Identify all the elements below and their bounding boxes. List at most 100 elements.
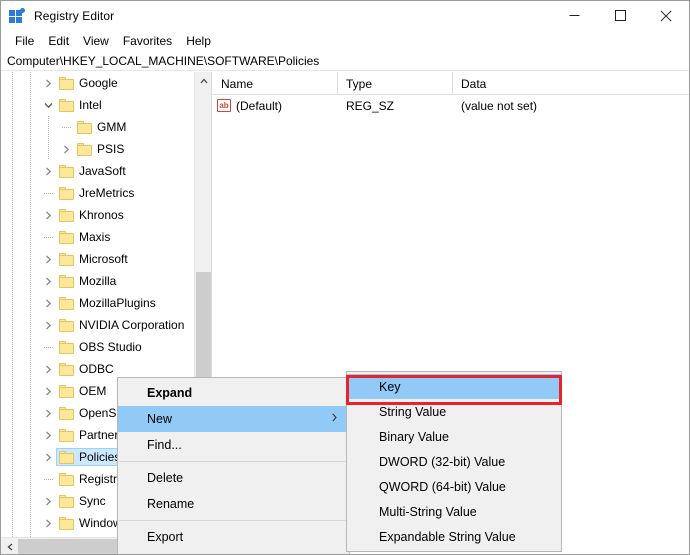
- tree-item-maxis[interactable]: Maxis: [1, 226, 194, 248]
- address-bar[interactable]: Computer\HKEY_LOCAL_MACHINE\SOFTWARE\Pol…: [1, 51, 689, 71]
- chevron-right-icon[interactable]: [40, 380, 56, 402]
- tree-item-content[interactable]: JavaSoft: [56, 162, 131, 180]
- submenu-item-binary-value[interactable]: Binary Value: [347, 424, 561, 449]
- table-row[interactable]: ab (Default) REG_SZ (value not set): [213, 95, 689, 116]
- tree-item-content[interactable]: Partner: [56, 426, 123, 444]
- tree-guide-line: [48, 138, 49, 160]
- submenu-item-multi-string-value[interactable]: Multi-String Value: [347, 499, 561, 524]
- tree-guide-line: [30, 270, 31, 292]
- tree-guide-line: [30, 490, 31, 512]
- context-menu-item-rename[interactable]: Rename: [118, 491, 349, 517]
- tree-guide-line: [12, 468, 13, 490]
- tree-item-content[interactable]: Khronos: [56, 206, 129, 224]
- maximize-button[interactable]: [597, 1, 643, 30]
- tree-item-content[interactable]: MozillaPlugins: [56, 294, 161, 312]
- submenu-item-string-value[interactable]: String Value: [347, 399, 561, 424]
- tree-item-nvidia-corporation[interactable]: NVIDIA Corporation: [1, 314, 194, 336]
- column-header-type[interactable]: Type: [338, 72, 453, 95]
- chevron-right-icon[interactable]: [40, 424, 56, 446]
- chevron-right-icon[interactable]: [40, 446, 56, 468]
- context-menu-item-export[interactable]: Export: [118, 524, 349, 550]
- tree-item-obs-studio[interactable]: OBS Studio: [1, 336, 194, 358]
- submenu-item-qword-64-bit-value[interactable]: QWORD (64-bit) Value: [347, 474, 561, 499]
- column-header-data[interactable]: Data: [453, 72, 689, 95]
- menu-edit[interactable]: Edit: [41, 32, 76, 50]
- context-menu-item-label: Export: [147, 530, 184, 544]
- chevron-down-icon[interactable]: [40, 94, 56, 116]
- tree-item-google[interactable]: Google: [1, 72, 194, 94]
- folder-icon: [59, 406, 74, 420]
- chevron-right-icon[interactable]: [40, 512, 56, 534]
- chevron-right-icon[interactable]: [40, 204, 56, 226]
- folder-icon: [59, 428, 74, 442]
- scroll-left-arrow-icon[interactable]: [1, 538, 18, 554]
- context-menu-item-permissions[interactable]: Permissions...: [118, 550, 349, 554]
- tree-item-gmm[interactable]: GMM: [1, 116, 194, 138]
- tree-item-content[interactable]: Mozilla: [56, 272, 121, 290]
- tree-guide-line: [30, 116, 31, 138]
- scroll-up-arrow-icon[interactable]: [195, 72, 211, 89]
- folder-icon: [59, 186, 74, 200]
- tree-item-mozilla[interactable]: Mozilla: [1, 270, 194, 292]
- tree-item-label: PSIS: [97, 142, 125, 156]
- tree-item-jremetrics[interactable]: JreMetrics: [1, 182, 194, 204]
- chevron-right-icon[interactable]: [40, 160, 56, 182]
- chevron-right-icon[interactable]: [40, 402, 56, 424]
- tree-item-content[interactable]: OEM: [56, 382, 111, 400]
- tree-item-content[interactable]: Google: [56, 74, 123, 92]
- tree-vertical-scroll-thumb[interactable]: [196, 272, 211, 377]
- tree-item-content[interactable]: GMM: [74, 118, 131, 136]
- tree-item-content[interactable]: OBS Studio: [56, 338, 147, 356]
- tree-item-mozillaplugins[interactable]: MozillaPlugins: [1, 292, 194, 314]
- submenu-item-expandable-string-value[interactable]: Expandable String Value: [347, 524, 561, 549]
- folder-icon: [59, 274, 74, 288]
- context-menu-item-new[interactable]: New: [118, 406, 349, 432]
- chevron-right-icon[interactable]: [58, 138, 74, 160]
- chevron-right-icon[interactable]: [40, 72, 56, 94]
- tree-item-content[interactable]: NVIDIA Corporation: [56, 316, 189, 334]
- folder-icon: [59, 450, 74, 464]
- folder-icon: [59, 494, 74, 508]
- menu-file[interactable]: File: [8, 32, 41, 50]
- context-menu-item-delete[interactable]: Delete: [118, 465, 349, 491]
- submenu-item-key[interactable]: Key: [347, 374, 561, 399]
- tree-item-microsoft[interactable]: Microsoft: [1, 248, 194, 270]
- menu-help[interactable]: Help: [179, 32, 218, 50]
- tree-item-content[interactable]: Maxis: [56, 228, 115, 246]
- tree-leaf-connector-icon: [40, 336, 56, 358]
- tree-item-content[interactable]: JreMetrics: [56, 184, 139, 202]
- minimize-button[interactable]: [551, 1, 597, 30]
- folder-icon: [59, 362, 74, 376]
- tree-item-content[interactable]: ODBC: [56, 360, 119, 378]
- chevron-right-icon[interactable]: [40, 292, 56, 314]
- chevron-right-icon[interactable]: [40, 248, 56, 270]
- chevron-right-icon[interactable]: [40, 490, 56, 512]
- folder-icon: [59, 230, 74, 244]
- menu-view[interactable]: View: [76, 32, 116, 50]
- folder-icon: [77, 142, 92, 156]
- tree-item-intel[interactable]: Intel: [1, 94, 194, 116]
- tree-item-khronos[interactable]: Khronos: [1, 204, 194, 226]
- submenu-item-dword-32-bit-value[interactable]: DWORD (32-bit) Value: [347, 449, 561, 474]
- tree-guide-line: [30, 226, 31, 248]
- context-menu-item-expand[interactable]: Expand: [118, 380, 349, 406]
- close-button[interactable]: [643, 1, 689, 30]
- chevron-right-icon[interactable]: [40, 358, 56, 380]
- tree-item-content[interactable]: Intel: [56, 96, 107, 114]
- tree-item-content[interactable]: Policies: [56, 448, 126, 466]
- tree-item-psis[interactable]: PSIS: [1, 138, 194, 160]
- chevron-right-icon[interactable]: [40, 314, 56, 336]
- registry-path: Computer\HKEY_LOCAL_MACHINE\SOFTWARE\Pol…: [7, 53, 320, 68]
- tree-guide-line: [12, 402, 13, 424]
- tree-leaf-connector-icon: [40, 226, 56, 248]
- chevron-right-icon[interactable]: [40, 270, 56, 292]
- tree-item-content[interactable]: PSIS: [74, 140, 129, 158]
- new-submenu: Key String Value Binary Value DWORD (32-bit…: [346, 371, 562, 552]
- context-menu-item-label: New: [147, 412, 173, 426]
- context-menu-item-find[interactable]: Find...: [118, 432, 349, 458]
- tree-item-javasoft[interactable]: JavaSoft: [1, 160, 194, 182]
- column-header-name[interactable]: Name: [213, 72, 338, 95]
- tree-item-content[interactable]: Sync: [56, 492, 111, 510]
- menu-favorites[interactable]: Favorites: [116, 32, 179, 50]
- tree-item-content[interactable]: Microsoft: [56, 250, 133, 268]
